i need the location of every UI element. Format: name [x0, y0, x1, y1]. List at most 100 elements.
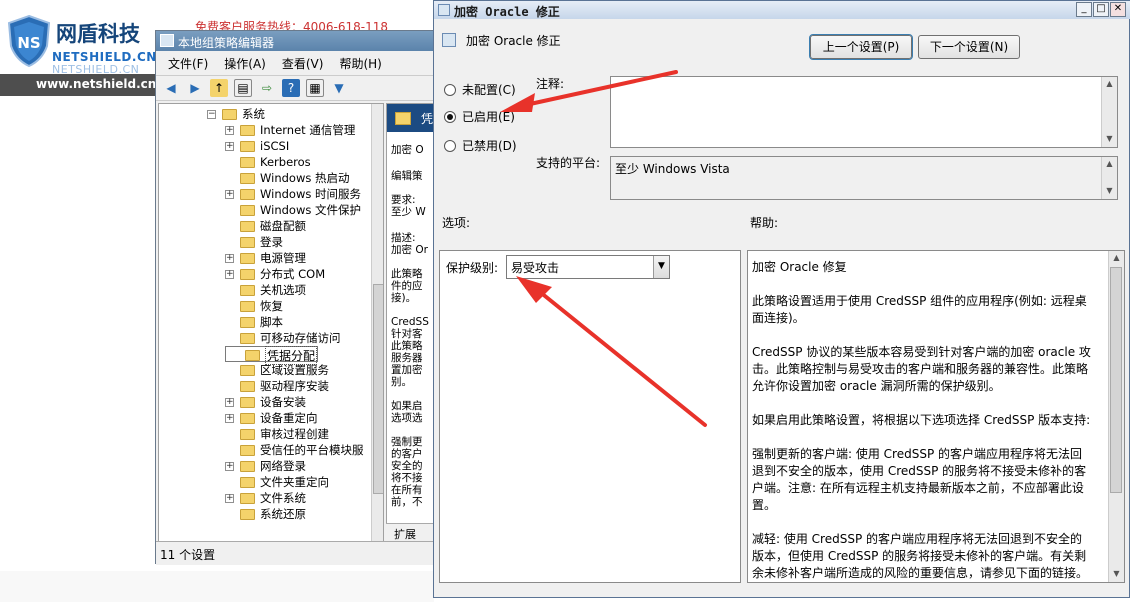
platform-scrollbar[interactable]: ▲ ▼	[1101, 157, 1117, 199]
expand-toggle-icon[interactable]: +	[225, 141, 234, 151]
folder-icon	[240, 396, 255, 408]
tree-item[interactable]: 磁盘配额	[225, 218, 306, 234]
description-header-text: 凭	[421, 112, 434, 126]
expand-toggle-icon[interactable]: −	[207, 109, 216, 119]
tree-item[interactable]: 区域设置服务	[225, 362, 329, 378]
scroll-thumb[interactable]	[1110, 267, 1122, 493]
protection-level-label: 保护级别:	[446, 261, 499, 275]
gpedit-menubar: 文件(F) 操作(A) 查看(V) 帮助(H)	[156, 52, 436, 74]
expand-toggle-icon[interactable]: +	[225, 189, 234, 199]
expand-toggle-icon[interactable]: +	[225, 413, 234, 423]
minimize-button[interactable]: _	[1076, 2, 1092, 17]
radio-dot[interactable]	[444, 139, 456, 152]
tree-item[interactable]: 恢复	[225, 298, 283, 314]
tree-item-label: 文件系统	[260, 491, 306, 505]
menu-help[interactable]: 帮助(H)	[339, 55, 381, 74]
comment-textarea[interactable]: ▲ ▼	[610, 76, 1118, 148]
tree-item[interactable]: Windows 文件保护	[225, 202, 361, 218]
properties-icon[interactable]: ▦	[306, 79, 324, 97]
tree-item[interactable]: + 文件系统	[225, 490, 306, 506]
help-scrollbar[interactable]: ▲ ▼	[1108, 251, 1124, 582]
up-folder-icon[interactable]: ↑	[210, 79, 228, 97]
back-icon[interactable]: ◀	[162, 79, 180, 97]
policy-tree[interactable]: − 系统 + Internet 通信管理 + iSCSI Kerberos Windows 热…	[158, 103, 384, 551]
filter-icon[interactable]: ▼	[330, 79, 348, 97]
description-line: 此策略	[391, 268, 423, 280]
description-line: 选项选	[391, 412, 423, 424]
tree-item[interactable]: + 电源管理	[225, 250, 306, 266]
description-line: 将不接	[391, 472, 423, 484]
export-icon[interactable]: ⇨	[258, 79, 276, 97]
tree-item[interactable]: + 设备安装	[225, 394, 306, 410]
tree-item[interactable]: 驱动程序安装	[225, 378, 329, 394]
protection-level-select[interactable]: 易受攻击 ▼	[506, 255, 670, 279]
dialog-titlebar[interactable]: 加密 Oracle 修正	[434, 1, 1130, 19]
show-hide-tree-icon[interactable]: ▤	[234, 79, 252, 97]
tree-item[interactable]: 系统还原	[225, 506, 306, 522]
menu-view[interactable]: 查看(V)	[282, 55, 324, 74]
scroll-up-icon[interactable]: ▲	[1110, 252, 1123, 265]
gpedit-toolbar: ◀ ▶ ↑ ▤ ⇨ ? ▦ ▼	[156, 75, 436, 101]
expand-toggle-icon[interactable]: +	[225, 269, 234, 279]
maximize-button[interactable]: □	[1093, 2, 1109, 17]
tree-item[interactable]: 可移动存储访问	[225, 330, 341, 346]
gpedit-titlebar[interactable]: 本地组策略编辑器	[156, 31, 436, 51]
tree-item[interactable]: Windows 热启动	[225, 170, 350, 186]
radio-enabled[interactable]: 已启用(E)	[444, 108, 515, 125]
radio-dot[interactable]	[444, 83, 456, 96]
tree-item[interactable]: + 网络登录	[225, 458, 306, 474]
help-pane: 加密 Oracle 修复 此策略设置适用于使用 CredSSP 组件的应用程序(例…	[747, 250, 1125, 583]
tree-item[interactable]: + 分布式 COM	[225, 266, 325, 282]
tree-item[interactable]: Kerberos	[225, 154, 311, 170]
expand-toggle-icon[interactable]: +	[225, 397, 234, 407]
tree-item[interactable]: 审核过程创建	[225, 426, 329, 442]
close-button[interactable]: ✕	[1110, 2, 1126, 17]
tab-extended[interactable]: 扩展	[386, 523, 434, 541]
tree-item[interactable]: + Windows 时间服务	[225, 186, 361, 202]
radio-disabled[interactable]: 已禁用(D)	[444, 137, 517, 154]
scroll-down-icon[interactable]: ▼	[1110, 568, 1123, 581]
folder-icon	[240, 300, 255, 312]
chevron-down-icon[interactable]: ▼	[653, 256, 669, 278]
tree-item[interactable]: 脚本	[225, 314, 283, 330]
tree-item-label: 审核过程创建	[260, 427, 329, 441]
tree-item-label: 受信任的平台模块服	[260, 443, 364, 457]
description-line: 件的应	[391, 280, 423, 292]
expand-toggle-icon[interactable]: +	[225, 253, 234, 263]
policy-header-label: 加密 Oracle 修正	[466, 34, 561, 48]
tree-item[interactable]: + iSCSI	[225, 138, 289, 154]
tree-item[interactable]: 关机选项	[225, 282, 306, 298]
folder-icon	[240, 140, 255, 152]
scroll-up-icon[interactable]: ▲	[1103, 78, 1116, 91]
scroll-up-icon[interactable]: ▲	[1103, 158, 1116, 171]
radio-dot-selected[interactable]	[444, 110, 456, 123]
help-icon[interactable]: ?	[282, 79, 300, 97]
protection-level-value: 易受攻击	[511, 261, 560, 275]
tree-item-label: 登录	[260, 235, 283, 249]
menu-action[interactable]: 操作(A)	[224, 55, 266, 74]
comment-scrollbar[interactable]: ▲ ▼	[1101, 77, 1117, 147]
tree-item[interactable]: 凭据分配	[225, 346, 319, 365]
scroll-down-icon[interactable]: ▼	[1103, 185, 1116, 198]
expand-toggle-icon[interactable]: +	[225, 493, 234, 503]
tree-item[interactable]: − 系统	[207, 106, 265, 122]
expand-toggle-icon[interactable]: +	[225, 125, 234, 135]
description-line: 编辑策	[391, 170, 423, 182]
scroll-thumb[interactable]	[373, 284, 383, 494]
menu-file[interactable]: 文件(F)	[168, 55, 208, 74]
tree-item[interactable]: 受信任的平台模块服	[225, 442, 364, 458]
next-setting-button[interactable]: 下一个设置(N)	[918, 35, 1020, 59]
tree-scrollbar[interactable]	[371, 104, 383, 550]
tree-item[interactable]: + Internet 通信管理	[225, 122, 355, 138]
expand-toggle-icon[interactable]: +	[225, 461, 234, 471]
description-line: 加密 O	[391, 144, 424, 156]
scroll-down-icon[interactable]: ▼	[1103, 133, 1116, 146]
forward-icon[interactable]: ▶	[186, 79, 204, 97]
tree-item-label: 可移动存储访问	[260, 331, 341, 345]
tree-item[interactable]: + 设备重定向	[225, 410, 318, 426]
tree-item[interactable]: 文件夹重定向	[225, 474, 329, 490]
radio-not-configured[interactable]: 未配置(C)	[444, 81, 516, 98]
description-line: 的客户	[391, 448, 423, 460]
previous-setting-button[interactable]: 上一个设置(P)	[809, 34, 913, 60]
tree-item[interactable]: 登录	[225, 234, 283, 250]
